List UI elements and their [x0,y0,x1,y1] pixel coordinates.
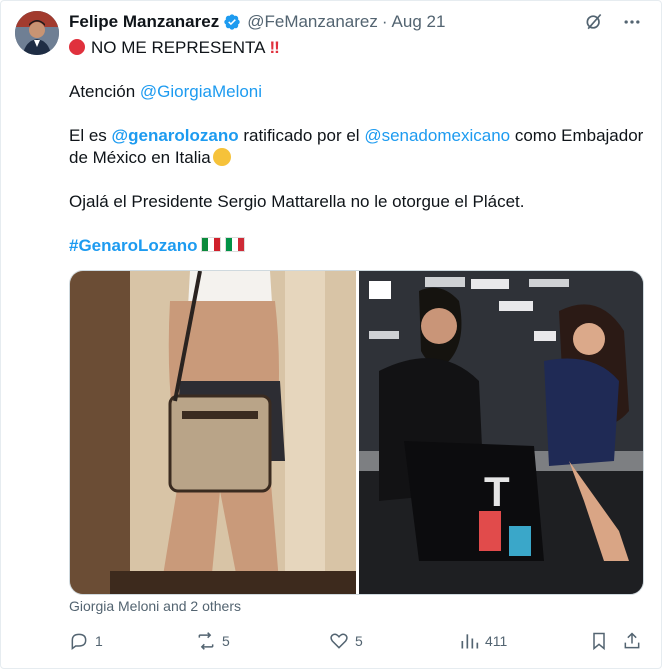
views-chart-icon [461,634,479,649]
stop-sign-icon [69,39,85,55]
tweet-date[interactable]: Aug 21 [392,12,446,32]
hashtag-genarolozano[interactable]: #GenaroLozano [69,236,197,255]
tweet-line-1: NO ME REPRESENTA ‼ [69,37,649,59]
views-button[interactable]: 411 [459,631,507,651]
author-name[interactable]: Felipe Manzanarez [69,12,219,32]
mention-senadomexicano[interactable]: @senadomexicano [364,126,510,145]
verified-badge-icon [223,13,241,31]
tweet-line-5: #GenaroLozano [69,235,649,257]
mention-giorgiameloni[interactable]: @GiorgiaMeloni [140,82,262,101]
media-tags-caption[interactable]: Giorgia Meloni and 2 others [69,598,241,614]
italy-flag-icon [225,237,246,252]
bookmark-button[interactable] [589,631,609,651]
more-options-icon[interactable] [621,11,643,33]
bookmark-icon [593,632,605,651]
grok-icon[interactable] [583,11,605,33]
tweet-header: Felipe Manzanarez @FeManzanarez · Aug 21 [69,11,641,33]
author-handle[interactable]: @FeManzanarez [247,12,378,32]
tweet-text: NO ME REPRESENTA ‼ Atención @GiorgiaMelon… [69,37,649,257]
header-actions [583,11,643,33]
mexico-flag-icon [201,237,222,252]
svg-text:T: T [484,468,510,515]
share-icon [624,632,640,649]
double-exclamation-icon: ‼ [269,38,279,57]
tweet-actions-bar: 1 5 5 411 [69,629,645,653]
repost-button[interactable]: 5 [196,631,230,651]
media-photo-2[interactable]: T [359,271,643,594]
avatar[interactable] [15,11,59,55]
tweet-line-4: Ojalá el Presidente Sergio Mattarella no… [69,192,525,211]
tweet-line-2: Atención @GiorgiaMeloni [69,82,263,101]
dot-separator: · [381,12,388,31]
tweet-card[interactable]: Felipe Manzanarez @FeManzanarez · Aug 21… [0,0,662,669]
like-button[interactable]: 5 [329,631,363,651]
repost-icon [198,632,214,650]
mention-genarolozano[interactable]: @genarolozano [112,126,239,145]
reply-button[interactable]: 1 [69,631,103,651]
tweet-line-3: El es @genarolozano ratificado por el @s… [69,126,644,167]
reply-icon [71,633,87,650]
like-count: 5 [355,633,363,649]
media-grid: T [69,270,644,595]
thinking-face-icon [212,148,231,166]
media-photo-1[interactable] [70,271,356,594]
reply-count: 1 [95,633,103,649]
views-count: 411 [485,633,508,649]
share-button[interactable] [622,631,642,651]
heart-icon [330,633,348,649]
repost-count: 5 [222,633,230,649]
